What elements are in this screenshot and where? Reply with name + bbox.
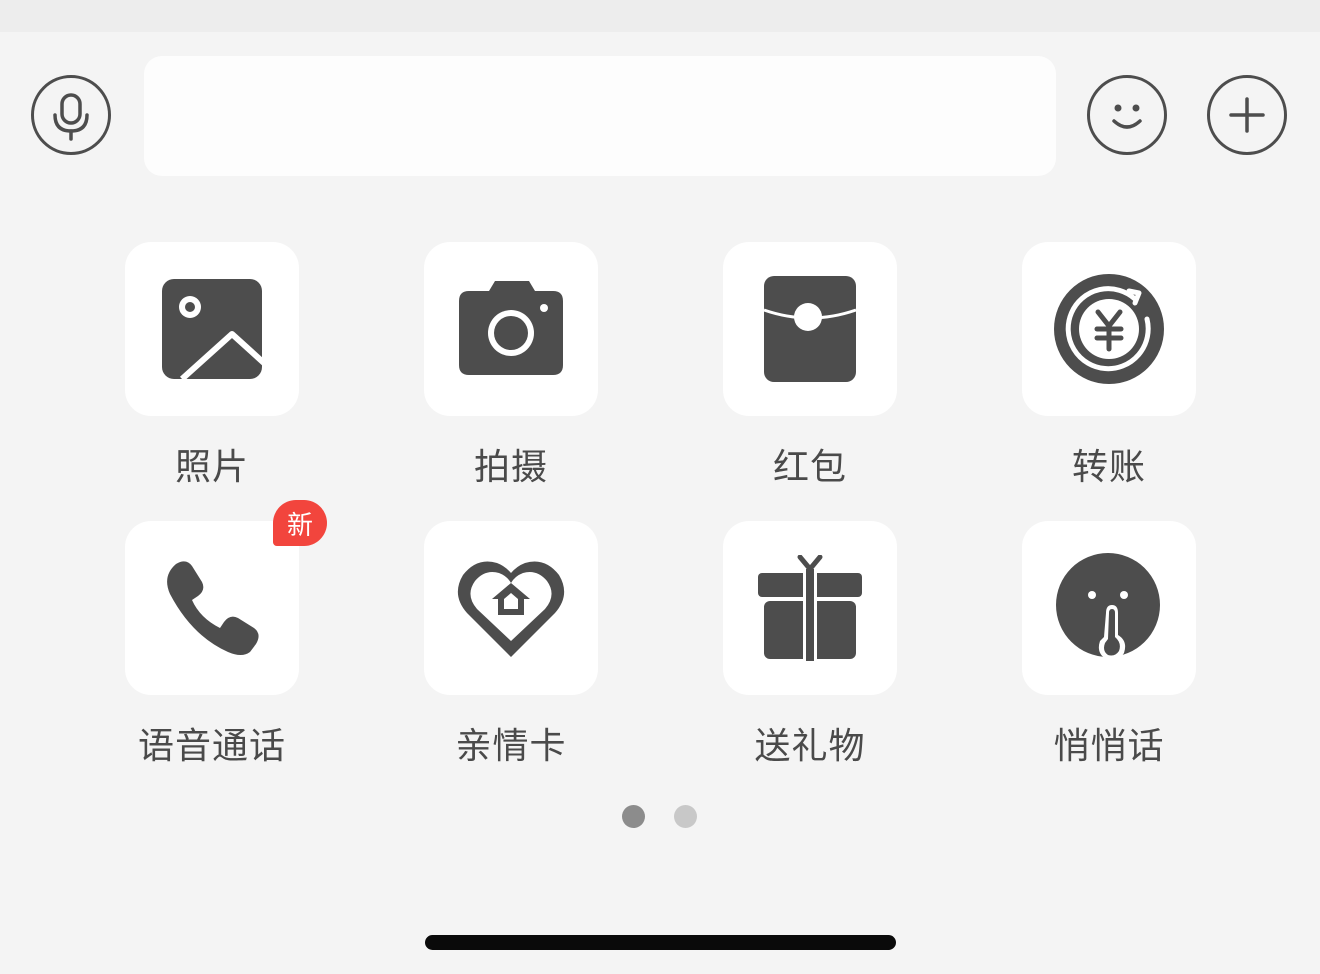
grid-item-whisper[interactable]: 悄悄话 <box>1022 521 1196 767</box>
grid-item-family-card[interactable]: 亲情卡 <box>424 521 598 767</box>
gift-tile[interactable] <box>723 521 897 695</box>
photo-icon <box>162 279 264 381</box>
red-packet-label: 红包 <box>772 447 847 488</box>
voice-call-tile[interactable]: 新 <box>125 500 327 695</box>
gift-label: 送礼物 <box>754 726 866 767</box>
family-card-tile[interactable] <box>424 521 598 695</box>
page-dot-2[interactable] <box>674 805 697 828</box>
family-card-label: 亲情卡 <box>455 726 567 767</box>
phone-icon <box>167 561 259 655</box>
family-card-icon <box>457 561 565 657</box>
voice-call-label: 语音通话 <box>137 726 286 767</box>
grid-item-photo[interactable]: 照片 <box>125 242 299 488</box>
gift-icon <box>758 555 862 661</box>
transfer-label: 转账 <box>1071 447 1146 488</box>
red-packet-icon <box>763 276 857 382</box>
red-packet-tile[interactable] <box>723 242 897 416</box>
transfer-icon <box>1054 274 1164 384</box>
home-indicator[interactable] <box>425 935 896 950</box>
camera-label: 拍摄 <box>473 447 548 488</box>
photo-label: 照片 <box>174 447 249 488</box>
grid-item-camera[interactable]: 拍摄 <box>424 242 598 488</box>
whisper-icon <box>1056 553 1160 661</box>
new-badge: 新 <box>273 500 327 546</box>
camera-tile[interactable] <box>424 242 598 416</box>
whisper-label: 悄悄话 <box>1053 726 1165 767</box>
transfer-tile[interactable] <box>1022 242 1196 416</box>
chat-more-panel: 照片 拍摄 红包 转账 新 语音通话 亲情卡 送礼物 悄悄话 <box>0 0 1320 974</box>
page-indicator <box>0 805 1320 829</box>
grid-item-voice-call[interactable]: 新 语音通话 <box>125 500 327 767</box>
grid-item-red-packet[interactable]: 红包 <box>723 242 897 488</box>
photo-tile[interactable] <box>125 242 299 416</box>
grid-item-gift[interactable]: 送礼物 <box>723 521 897 767</box>
camera-icon <box>459 281 563 375</box>
page-dot-1[interactable] <box>622 805 645 828</box>
whisper-tile[interactable] <box>1022 521 1196 695</box>
grid-item-transfer[interactable]: 转账 <box>1022 242 1196 488</box>
